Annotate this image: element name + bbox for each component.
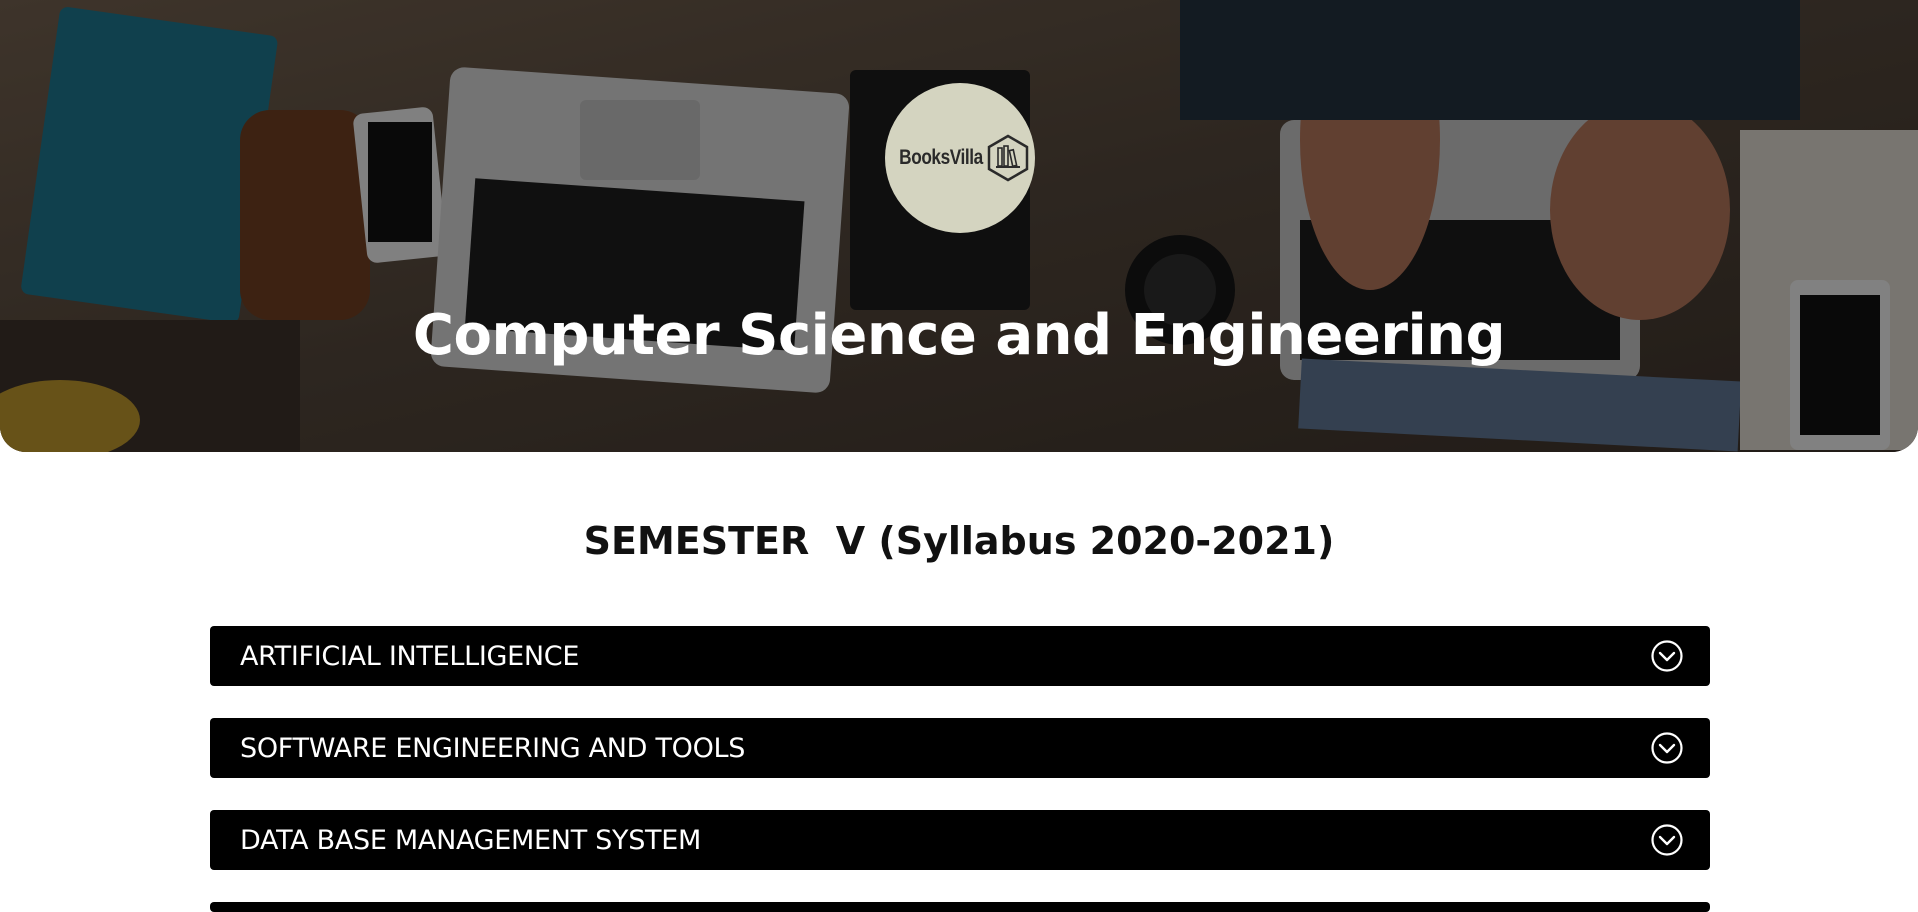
accordion-item-label: ARTIFICIAL INTELLIGENCE [240,640,580,672]
semester-heading: SEMESTER V (Syllabus 2020-2021) [583,519,1335,563]
page-title: Computer Science and Engineering [412,303,1506,368]
accordion-item-artificial-intelligence[interactable]: ARTIFICIAL INTELLIGENCE [210,626,1710,686]
logo-text: BooksVilla [899,146,983,169]
chevron-down-circle-icon[interactable] [1650,639,1684,673]
accordion-item-label: SOFTWARE ENGINEERING AND TOOLS [240,732,746,764]
accordion-item-label: DATA BASE MANAGEMENT SYSTEM [240,824,701,856]
chevron-down-circle-icon[interactable] [1650,823,1684,857]
books-hexagon-icon [987,134,1029,182]
accordion-item-software-engineering[interactable]: SOFTWARE ENGINEERING AND TOOLS [210,718,1710,778]
accordion-item-database-management[interactable]: DATA BASE MANAGEMENT SYSTEM [210,810,1710,870]
hero-banner: BooksVilla Computer Science and Engineer… [0,0,1918,452]
subject-accordion: ARTIFICIAL INTELLIGENCE SOFTWARE ENGINEE… [210,626,1710,912]
booksvilla-logo[interactable]: BooksVilla [885,83,1035,233]
chevron-down-circle-icon[interactable] [1650,731,1684,765]
